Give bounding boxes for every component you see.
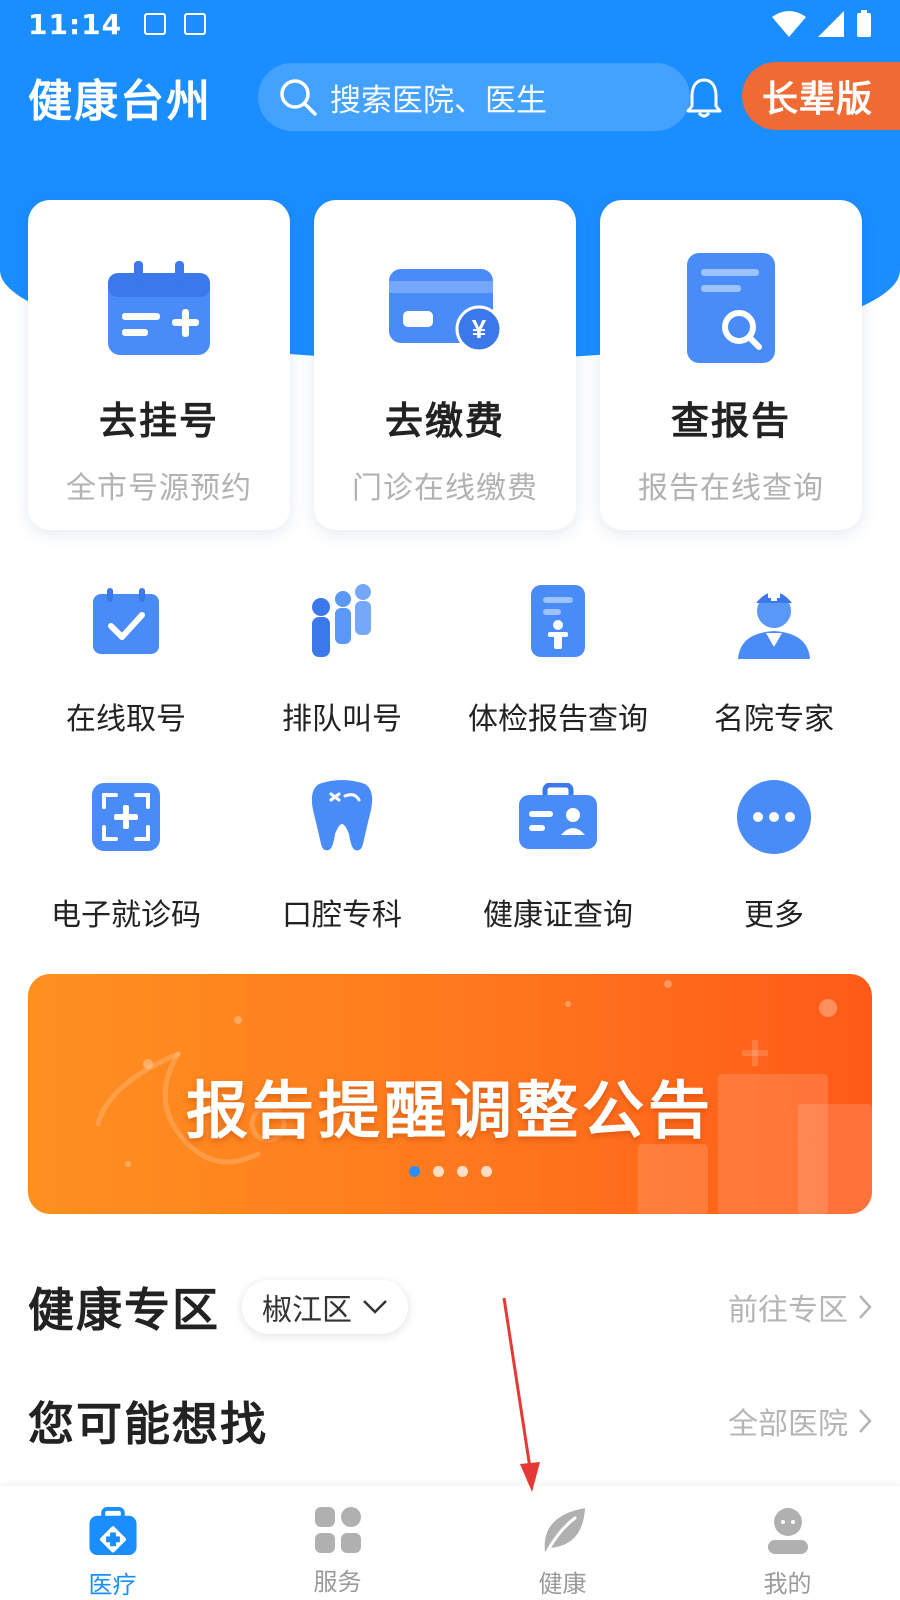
signal-icon [818,11,844,37]
e-visit-code-label: 电子就诊码 [51,898,201,933]
grid-apps-icon [314,1507,361,1553]
report-subtitle: 报告在线查询 [638,471,824,506]
tab-services[interactable]: 服务 [225,1486,450,1600]
battery-icon [857,10,871,37]
search-placeholder: 搜索医院、医生 [330,82,547,119]
carousel-dot[interactable] [432,1166,444,1177]
text-notification-icon [184,13,207,35]
go-zone-label: 前往专区 [728,1293,848,1328]
all-hospitals-link[interactable]: 全部医院 [728,1399,872,1443]
all-hospitals-label: 全部医院 [728,1407,848,1442]
dental-label: 口腔专科 [282,898,402,933]
status-time: 11:14 [28,7,123,41]
wifi-icon [772,11,806,37]
top-header: 健康台州 搜索医院、医生 长辈版 [0,62,900,132]
app-title: 健康台州 [28,76,212,127]
go-zone-link[interactable]: 前往专区 [728,1285,872,1329]
leaf-icon [544,1508,585,1554]
queue-call-item[interactable]: 排队叫号 [234,576,450,738]
tab-medical[interactable]: 医疗 [0,1486,225,1600]
health-zone-section: 健康专区 椒江区 前往专区 [28,1274,872,1340]
checkup-report-item[interactable]: 体检报告查询 [450,576,666,738]
payment-card-icon: ¥ [389,269,503,353]
image-notification-icon [144,13,167,35]
tab-mine-label: 我的 [763,1570,812,1598]
famous-expert-label: 名院专家 [714,702,834,737]
chevron-right-icon [859,1409,872,1433]
tab-services-label: 服务 [313,1568,362,1596]
carousel-dot[interactable] [408,1166,420,1177]
chevron-right-icon [859,1295,872,1319]
tab-medical-label: 医疗 [88,1571,137,1599]
calendar-check-icon [93,588,159,654]
search-icon [280,79,317,116]
status-bar: 11:14 [0,0,900,48]
more-item[interactable]: 更多 [666,772,882,934]
payment-title: 去缴费 [384,399,505,443]
health-zone-title: 健康专区 [28,1283,220,1337]
services-row-1: 在线取号 排队叫号 体检报告查询 名院专家 [18,576,882,738]
bell-icon[interactable] [686,76,722,118]
bottom-tab-bar: 医疗 服务 健康 我的 [0,1486,900,1600]
report-title: 查报告 [670,399,791,443]
register-title: 去挂号 [98,399,219,443]
carousel-dot[interactable] [456,1166,468,1177]
more-label: 更多 [744,898,804,933]
famous-expert-item[interactable]: 名院专家 [666,576,882,738]
search-bar[interactable]: 搜索医院、医生 [258,63,690,131]
register-card[interactable]: 去挂号 全市号源预约 [28,200,290,530]
user-icon [767,1508,808,1554]
medical-kit-icon [88,1506,137,1556]
carousel-dot[interactable] [480,1166,492,1177]
tooth-icon [311,780,373,851]
announcement-banner[interactable]: 报告提醒调整公告 [28,974,872,1214]
checkup-report-label: 体检报告查询 [468,702,648,737]
report-search-icon [687,253,775,363]
doctor-icon [738,589,810,659]
calendar-add-icon [108,261,210,355]
health-card-icon [519,783,597,849]
online-ticket-item[interactable]: 在线取号 [18,576,234,738]
e-visit-code-item[interactable]: 电子就诊码 [18,772,234,934]
online-ticket-label: 在线取号 [66,702,186,737]
elder-mode-button[interactable]: 长辈版 [742,62,900,130]
main-action-cards: 去挂号 全市号源预约 ¥ 去缴费 门诊在线缴费 查报告 报告在线查询 [28,200,862,530]
queue-people-icon [312,584,371,657]
tab-health-label: 健康 [538,1570,587,1598]
suggest-title: 您可能想找 [28,1397,268,1451]
payment-subtitle: 门诊在线缴费 [352,471,538,506]
banner-title: 报告提醒调整公告 [185,1074,714,1147]
scan-code-icon [92,783,160,851]
district-selector[interactable]: 椒江区 [242,1280,408,1334]
report-card[interactable]: 查报告 报告在线查询 [600,200,862,530]
chevron-down-icon [363,1300,387,1314]
queue-call-label: 排队叫号 [282,702,402,737]
payment-card[interactable]: ¥ 去缴费 门诊在线缴费 [314,200,576,530]
register-subtitle: 全市号源预约 [66,471,252,506]
svg-text:¥: ¥ [472,314,487,344]
dental-item[interactable]: 口腔专科 [234,772,450,934]
services-row-2: 电子就诊码 口腔专科 健康证查询 更多 [18,772,882,934]
checkup-report-icon [531,585,585,657]
health-cert-item[interactable]: 健康证查询 [450,772,666,934]
carousel-indicator [28,1166,872,1177]
suggest-section: 您可能想找 全部医院 [28,1388,872,1454]
tab-mine[interactable]: 我的 [675,1486,900,1600]
tab-health[interactable]: 健康 [450,1486,675,1600]
district-value: 椒江区 [262,1293,352,1328]
health-cert-label: 健康证查询 [483,898,633,933]
more-icon [737,780,811,854]
